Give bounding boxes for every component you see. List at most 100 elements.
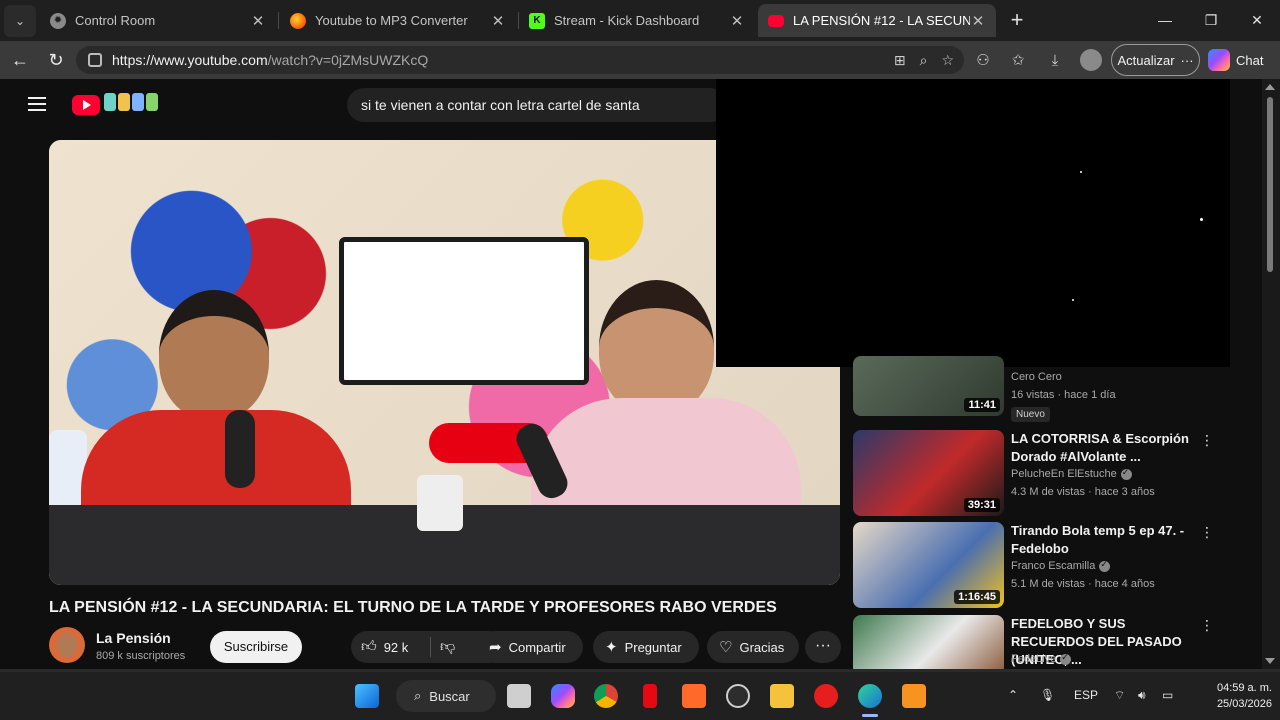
tab-youtube-mp3[interactable]: Youtube to MP3 Converter ✕	[280, 4, 516, 37]
reload-icon[interactable]: ↻	[43, 48, 69, 72]
microphone-icon	[225, 410, 255, 488]
search-icon: ⌕	[414, 688, 422, 703]
tab-control-room[interactable]: ✹ Control Room ✕	[40, 4, 276, 37]
new-badge: Nuevo	[1011, 407, 1050, 422]
like-divider	[430, 637, 431, 657]
related-channel[interactable]: FedeLive	[1011, 652, 1072, 665]
thanks-button[interactable]: ♡ Gracias	[707, 631, 799, 663]
search-input[interactable]: si te vienen a contar con letra cartel d…	[347, 88, 727, 122]
related-channel[interactable]: Franco Escamilla	[1011, 559, 1111, 572]
kebab-menu-icon[interactable]: ⋮	[1199, 524, 1215, 541]
kebab-menu-icon[interactable]: ⋮	[1199, 432, 1215, 449]
subscribe-button[interactable]: Suscribirse	[210, 631, 302, 663]
related-thumbnail[interactable]: 11:41	[853, 356, 1004, 416]
volume-icon[interactable]: 🔊︎	[1138, 688, 1146, 703]
tab-divider	[278, 12, 279, 29]
more-options-icon: ···	[1180, 52, 1194, 68]
sparkle-icon: ✦	[605, 639, 618, 656]
url-path: /watch?v=0jZMsUWZKcQ	[267, 52, 429, 68]
windows-start-icon[interactable]	[355, 684, 379, 708]
scroll-down-arrow[interactable]	[1265, 658, 1275, 664]
tab-kick-dashboard[interactable]: K Stream - Kick Dashboard ✕	[519, 4, 755, 37]
tab-la-pension[interactable]: LA PENSIÓN #12 - LA SECUNDARIA ✕	[758, 4, 996, 37]
kebab-menu-icon[interactable]: ⋮	[1199, 617, 1215, 634]
site-info-icon[interactable]	[88, 53, 102, 67]
extensions-icon[interactable]: ⚇	[972, 50, 994, 72]
maximize-button[interactable]: ❐	[1191, 8, 1231, 32]
close-tab-icon[interactable]: ✕	[970, 12, 986, 30]
fl-studio-icon[interactable]	[902, 684, 926, 708]
related-video-item[interactable]: FEDELOBO Y SUS RECUERDOS DEL PASADO (UNI…	[853, 615, 1253, 669]
like-count[interactable]: 92 k	[384, 640, 409, 655]
copilot-icon[interactable]	[551, 684, 575, 708]
related-video-item[interactable]: 1:16:45 Tirando Bola temp 5 ep 47. - Fed…	[853, 522, 1253, 608]
tab-actions-menu-button[interactable]: ⌄	[4, 4, 36, 37]
related-video-item[interactable]: 11:41 Cero Cero 16 vistas · hace 1 día N…	[853, 356, 1253, 426]
close-tab-icon[interactable]: ✕	[490, 12, 506, 30]
netflix-icon[interactable]	[643, 684, 657, 708]
youtube-icon	[768, 14, 784, 27]
microphone-tray-icon[interactable]: 🎙︎	[1040, 688, 1055, 702]
update-button[interactable]: Actualizar ···	[1111, 44, 1200, 76]
task-view-icon[interactable]	[507, 684, 531, 708]
obs-icon[interactable]	[726, 684, 750, 708]
close-tab-icon[interactable]: ✕	[729, 12, 745, 30]
related-thumbnail[interactable]: 39:31	[853, 430, 1004, 516]
url-host: https://www.youtube.com	[112, 52, 268, 68]
thumbs-up-icon[interactable]: 👍︎	[361, 638, 377, 656]
ask-button[interactable]: ✦ Preguntar	[593, 631, 699, 663]
related-thumbnail[interactable]	[853, 615, 1004, 669]
battery-icon[interactable]: ▭	[1162, 688, 1173, 702]
input-language[interactable]: ESP	[1074, 688, 1098, 702]
profile-avatar[interactable]	[1080, 49, 1102, 71]
scroll-up-arrow[interactable]	[1265, 84, 1275, 90]
related-video-item[interactable]: 39:31 LA COTORRISA & Escorpión Dorado #A…	[853, 430, 1253, 516]
dislike-button[interactable]: 👎︎	[440, 631, 455, 663]
related-title[interactable]: Tirando Bola temp 5 ep 47. - Fedelobo	[1011, 522, 1201, 558]
new-tab-button[interactable]: +	[1004, 8, 1030, 34]
youtube-logo[interactable]	[72, 95, 100, 115]
clock-date: 25/03/2026	[1216, 698, 1272, 710]
related-channel[interactable]: Cero Cero	[1011, 371, 1062, 383]
menu-icon[interactable]	[28, 97, 46, 111]
copilot-chat-button[interactable]: Chat	[1208, 45, 1274, 75]
windows-taskbar: ⌕ Buscar ⌃ 🎙︎ ESP ⌔ 🔊︎ ▭ 04:59 a. m. 25/…	[0, 672, 1280, 720]
zoom-icon[interactable]: ⌕	[920, 52, 928, 69]
favorite-star-icon[interactable]: ☆	[941, 52, 954, 69]
show-hidden-icons[interactable]: ⌃	[1008, 688, 1018, 702]
share-label: Compartir	[508, 639, 566, 655]
copilot-icon	[1208, 49, 1230, 71]
page-scrollbar[interactable]	[1262, 79, 1280, 669]
edge-icon[interactable]	[858, 684, 882, 708]
file-explorer-icon[interactable]	[770, 684, 794, 708]
taskbar-clock[interactable]: 04:59 a. m. 25/03/2026	[1192, 680, 1272, 712]
thanks-label: Gracias	[739, 639, 785, 655]
thumbs-down-icon[interactable]: 👎︎	[440, 638, 455, 656]
url-bar[interactable]: https://www.youtube.com/watch?v=0jZMsUWZ…	[76, 46, 964, 74]
chrome-icon[interactable]	[594, 684, 618, 708]
heart-dollar-icon: ♡	[719, 639, 733, 656]
favorites-icon[interactable]: ✩	[1007, 50, 1029, 72]
close-window-button[interactable]: ✕	[1237, 8, 1277, 32]
back-arrow-icon[interactable]: ←	[7, 48, 33, 72]
recording-app-icon[interactable]	[682, 684, 706, 708]
taskbar-search-button[interactable]: ⌕ Buscar	[396, 680, 496, 712]
share-button[interactable]: ➦ Compartir	[479, 631, 583, 663]
related-channel[interactable]: PelucheEn ElEstuche	[1011, 467, 1132, 480]
settings-icon: ✹	[50, 12, 66, 29]
related-thumbnail[interactable]: 1:16:45	[853, 522, 1004, 608]
video-title: LA PENSIÓN #12 - LA SECUNDARIA: EL TURNO…	[49, 599, 777, 616]
youtube-doodle[interactable]	[104, 93, 158, 111]
close-tab-icon[interactable]: ✕	[250, 12, 266, 30]
more-actions-button[interactable]: ···	[805, 631, 841, 663]
related-title[interactable]: LA COTORRISA & Escorpión Dorado #AlVolan…	[1011, 430, 1201, 466]
youtube-app-icon[interactable]	[814, 684, 838, 708]
channel-avatar[interactable]	[49, 627, 85, 663]
tab-label: LA PENSIÓN #12 - LA SECUNDARIA	[793, 13, 970, 28]
apps-grid-icon[interactable]: ⊞	[894, 52, 906, 69]
wifi-icon[interactable]: ⌔	[1114, 688, 1125, 703]
downloads-icon[interactable]: ⤓	[1044, 50, 1066, 72]
minimize-button[interactable]: —	[1145, 8, 1185, 32]
scrollbar-thumb[interactable]	[1267, 97, 1273, 272]
channel-name[interactable]: La Pensión	[96, 630, 171, 646]
